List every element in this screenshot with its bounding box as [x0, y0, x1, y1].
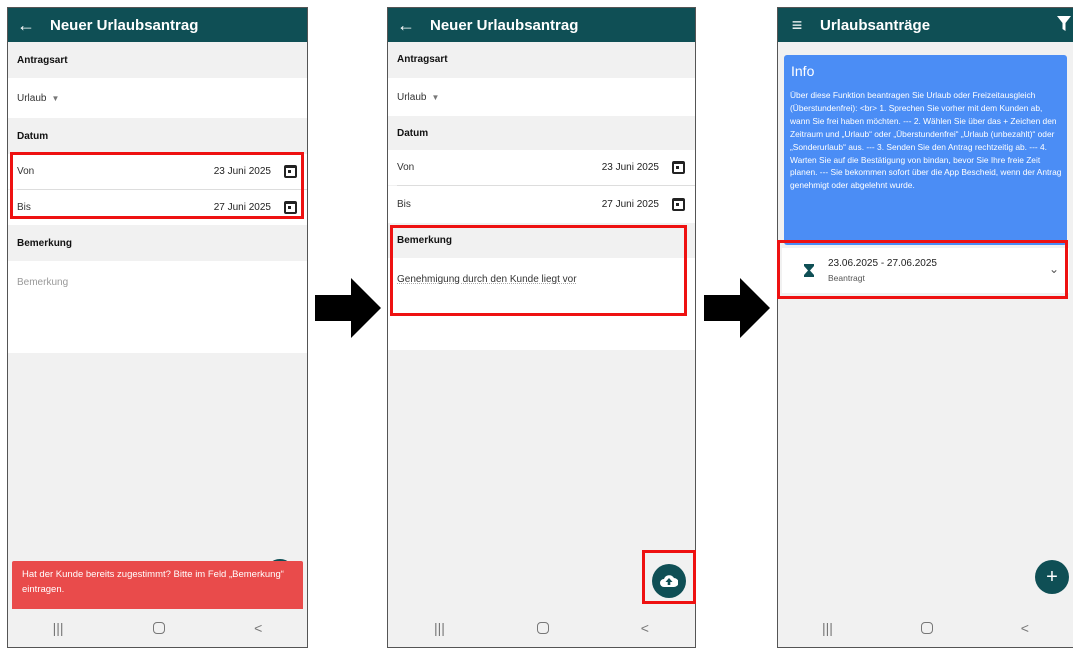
- hamburger-icon[interactable]: ≡: [782, 15, 812, 36]
- highlight-date-fields: [10, 152, 304, 219]
- type-value: Urlaub: [17, 92, 47, 104]
- info-box: Info Über diese Funktion beantragen Sie …: [784, 55, 1067, 245]
- highlight-upload-button: [642, 550, 696, 604]
- screen-new-request-1: ← Neuer Urlaubsantrag Antragsart Urlaub …: [7, 7, 308, 648]
- arrow-right-icon: [315, 278, 381, 338]
- back-nav-icon[interactable]: <: [254, 620, 262, 636]
- remark-input[interactable]: Bemerkung: [8, 261, 307, 353]
- recent-apps-icon[interactable]: |||: [434, 620, 445, 636]
- screen-request-list: ≡ Urlaubsanträge Info Über diese Funktio…: [777, 7, 1073, 648]
- app-bar: ← Neuer Urlaubsantrag: [388, 8, 695, 42]
- to-date-row[interactable]: Bis 27 Juni 2025: [388, 186, 695, 223]
- section-header-date: Datum: [388, 116, 695, 150]
- type-value: Urlaub: [397, 91, 427, 103]
- calendar-icon[interactable]: [672, 198, 685, 211]
- home-icon[interactable]: [536, 622, 549, 634]
- back-arrow-icon[interactable]: ←: [10, 15, 42, 36]
- add-request-button[interactable]: +: [1035, 560, 1069, 594]
- section-header-date: Datum: [8, 118, 307, 154]
- recent-apps-icon[interactable]: |||: [53, 620, 64, 636]
- remark-placeholder: Bemerkung: [17, 277, 69, 288]
- dropdown-arrow-icon: ▼: [51, 93, 60, 103]
- highlight-request-item: [777, 240, 1068, 299]
- plus-icon: +: [1046, 565, 1058, 588]
- type-dropdown[interactable]: Urlaub ▼: [388, 78, 695, 116]
- home-icon[interactable]: [920, 622, 933, 634]
- back-nav-icon[interactable]: <: [1021, 620, 1029, 636]
- page-title: Neuer Urlaubsantrag: [430, 16, 579, 34]
- system-nav-bar: ||| <: [8, 609, 307, 647]
- filter-icon[interactable]: [1057, 16, 1071, 32]
- dropdown-arrow-icon: ▼: [431, 92, 440, 102]
- recent-apps-icon[interactable]: |||: [822, 620, 833, 636]
- section-header-type: Antragsart: [8, 42, 307, 78]
- highlight-remark-field: [390, 225, 687, 316]
- app-bar: ← Neuer Urlaubsantrag: [8, 8, 307, 42]
- section-header-type: Antragsart: [388, 42, 695, 78]
- from-date-row[interactable]: Von 23 Juni 2025: [388, 150, 695, 185]
- info-text: Über diese Funktion beantragen Sie Urlau…: [790, 90, 1062, 191]
- app-bar: ≡ Urlaubsanträge: [778, 8, 1073, 42]
- back-nav-icon[interactable]: <: [641, 620, 649, 636]
- back-arrow-icon[interactable]: ←: [390, 15, 422, 36]
- page-title: Urlaubsanträge: [820, 16, 931, 34]
- info-title: Info: [791, 63, 815, 79]
- to-label: Bis: [397, 199, 411, 210]
- calendar-icon[interactable]: [672, 161, 685, 174]
- page-title: Neuer Urlaubsantrag: [50, 16, 199, 34]
- from-label: Von: [397, 162, 415, 173]
- arrow-right-icon: [704, 278, 770, 338]
- section-header-remark: Bemerkung: [8, 225, 307, 261]
- system-nav-bar: ||| <: [778, 609, 1073, 647]
- home-icon[interactable]: [152, 622, 165, 634]
- type-dropdown[interactable]: Urlaub ▼: [8, 78, 307, 118]
- to-date-value: 27 Juni 2025: [601, 199, 659, 210]
- snackbar-message: Hat der Kunde bereits zugestimmt? Bitte …: [12, 561, 303, 611]
- from-date-value: 23 Juni 2025: [601, 162, 659, 173]
- system-nav-bar: ||| <: [388, 609, 695, 647]
